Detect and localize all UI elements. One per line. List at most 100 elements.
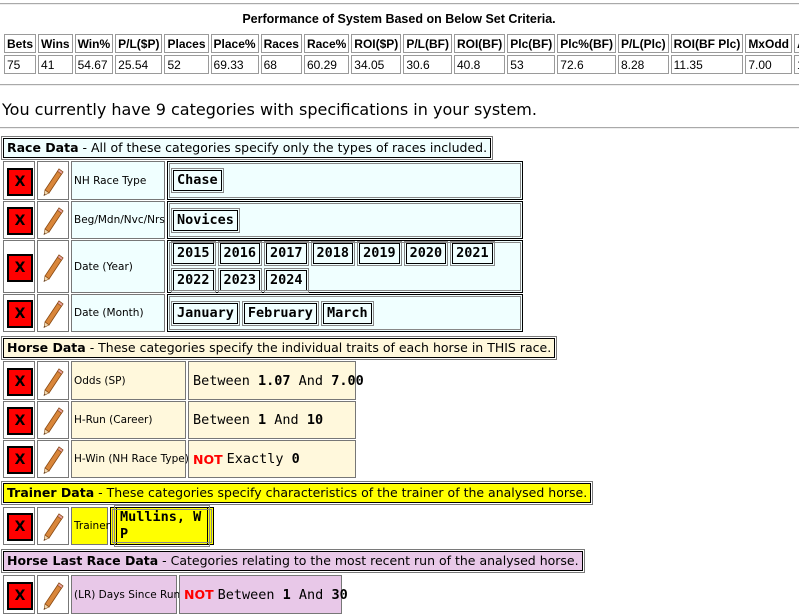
pencil-icon[interactable] xyxy=(42,253,64,286)
range-value: Between 1.07 And 7.00 xyxy=(188,361,364,400)
performance-value-cell: 75 xyxy=(4,55,37,74)
category-label: NH Race Type xyxy=(71,161,165,200)
range-prefix: Between xyxy=(193,412,259,428)
delete-button[interactable]: X xyxy=(7,446,33,474)
performance-header-cell: A/E xyxy=(793,34,799,53)
performance-value-cell: 34.05 xyxy=(351,55,402,74)
performance-header-cell: Wins xyxy=(38,34,73,53)
delete-cell: X xyxy=(3,240,35,293)
category-label: Date (Month) xyxy=(71,294,165,332)
delete-button[interactable]: X xyxy=(7,207,33,235)
top-divider xyxy=(0,3,799,5)
range-mid: And xyxy=(290,372,332,389)
delete-cell: X xyxy=(3,507,35,545)
value-chip: 2022 xyxy=(171,267,216,293)
pencil-icon[interactable] xyxy=(42,446,64,478)
performance-value-cell: 8.28 xyxy=(617,55,669,74)
performance-value-cell: 68 xyxy=(260,55,302,74)
section-title: Horse Last Race Data xyxy=(7,553,159,568)
value-chip: March xyxy=(320,300,374,326)
section-title: Race Data xyxy=(7,140,79,155)
section-header-last-race-data: Horse Last Race Data - Categories relati… xyxy=(1,549,585,573)
performance-values-row: 75 41 54.67 25.54 52 69.33 68 60.29 34.05 30.6 40.… xyxy=(4,55,799,74)
edit-cell xyxy=(37,440,69,478)
performance-value-cell: 54.67 xyxy=(74,55,114,74)
pencil-icon[interactable] xyxy=(42,167,64,200)
range-prefix: Between xyxy=(193,372,259,389)
performance-value-cell: 25.54 xyxy=(115,55,163,74)
category-row: X Beg/Mdn/Nvc/Nrs Novices xyxy=(3,201,525,239)
value-chip: 2019 xyxy=(357,240,402,266)
performance-value-cell: 7.00 xyxy=(745,55,792,74)
delete-cell: X xyxy=(3,361,35,400)
pencil-icon[interactable] xyxy=(42,407,64,439)
pencil-icon[interactable] xyxy=(42,300,64,332)
delete-cell: X xyxy=(3,201,35,239)
section-description: - These categories specify characteristi… xyxy=(94,485,588,500)
range-min: 1 xyxy=(258,412,267,428)
delete-button[interactable]: X xyxy=(7,253,33,282)
performance-header-cell: Race% xyxy=(303,34,350,53)
range-value: NOT Between 1 And 30 xyxy=(179,575,348,614)
section-header-race-data: Race Data - All of these categories spec… xyxy=(0,136,494,160)
performance-value-cell: 69.33 xyxy=(210,55,259,74)
performance-header-cell: Races xyxy=(260,34,302,53)
section-description: - These categories specify the individua… xyxy=(85,340,552,355)
delete-button[interactable]: X xyxy=(7,367,33,396)
section-header-horse-data: Horse Data - These categories specify th… xyxy=(0,336,558,360)
category-values: Mullins, W P xyxy=(110,505,214,547)
range-prefix: Between xyxy=(217,586,283,603)
performance-value-cell: 72.6 xyxy=(557,55,616,74)
delete-cell: X xyxy=(3,401,35,439)
category-row: X Date (Month) January February March xyxy=(3,294,525,332)
category-label: H-Win (NH Race Type) xyxy=(71,440,189,478)
performance-header-cell: Place% xyxy=(210,34,259,53)
performance-title: Performance of System Based on Below Set… xyxy=(242,12,556,26)
value-chip: 2018 xyxy=(310,240,356,266)
performance-value-cell: 41 xyxy=(38,55,73,74)
value-chip: 2024 xyxy=(264,267,309,293)
pencil-icon[interactable] xyxy=(42,207,64,239)
value-chip: Chase xyxy=(171,168,224,193)
range-value: NOT Exactly 0 xyxy=(188,440,356,478)
category-row: X Date (Year) 2015 2016 2017 2018 2019 2020 2021… xyxy=(3,240,525,293)
pencil-icon[interactable] xyxy=(42,581,64,614)
value-chip: 2023 xyxy=(217,267,263,293)
delete-button[interactable]: X xyxy=(7,167,33,196)
category-label: Trainer xyxy=(71,507,110,545)
performance-header-row: Bets Wins Win% P/L($P) Places Place% Races Race… xyxy=(4,34,799,53)
range-max: 7.00 xyxy=(331,372,364,389)
trainer-name-chip: Mullins, W P xyxy=(114,505,210,547)
edit-cell xyxy=(37,240,69,293)
performance-value-cell: 40.8 xyxy=(453,55,506,74)
delete-button[interactable]: X xyxy=(7,407,33,435)
category-label: Odds (SP) xyxy=(71,361,186,400)
section-description: - All of these categories specify only t… xyxy=(78,140,488,155)
range-min: 1 xyxy=(282,586,291,603)
section-title: Trainer Data xyxy=(7,485,95,500)
performance-header-cell: P/L(Plc) xyxy=(617,34,669,53)
delete-button[interactable]: X xyxy=(7,300,33,328)
pencil-icon[interactable] xyxy=(42,513,64,545)
delete-button[interactable]: X xyxy=(7,513,33,541)
category-row: X H-Run (Career) Between 1 And 10 xyxy=(3,401,358,439)
category-row: X (LR) Days Since Run NOT Between 1 And 30 xyxy=(3,575,348,614)
performance-value-cell: 11.35 xyxy=(670,55,744,74)
perf-divider xyxy=(0,84,799,86)
performance-table: Bets Wins Win% P/L($P) Places Place% Races Race… xyxy=(2,32,799,76)
summary-text: You currently have 9 categories with spe… xyxy=(2,100,537,119)
edit-cell xyxy=(37,361,69,400)
delete-button[interactable]: X xyxy=(7,581,33,610)
performance-header-cell: Plc(BF) xyxy=(507,34,556,53)
value-chip: 2016 xyxy=(217,240,263,266)
performance-header-cell: Win% xyxy=(74,34,114,53)
section-header-trainer-data: Trainer Data - These categories specify … xyxy=(0,481,594,505)
delete-cell: X xyxy=(3,440,35,478)
range-mid: And xyxy=(266,412,307,428)
performance-header-cell: MxOdd xyxy=(745,34,792,53)
delete-cell: X xyxy=(3,575,35,614)
value-chip: 2017 xyxy=(264,240,309,266)
pencil-icon[interactable] xyxy=(42,367,64,400)
category-values: Novices xyxy=(167,201,523,239)
range-prefix: Exactly xyxy=(226,451,292,467)
